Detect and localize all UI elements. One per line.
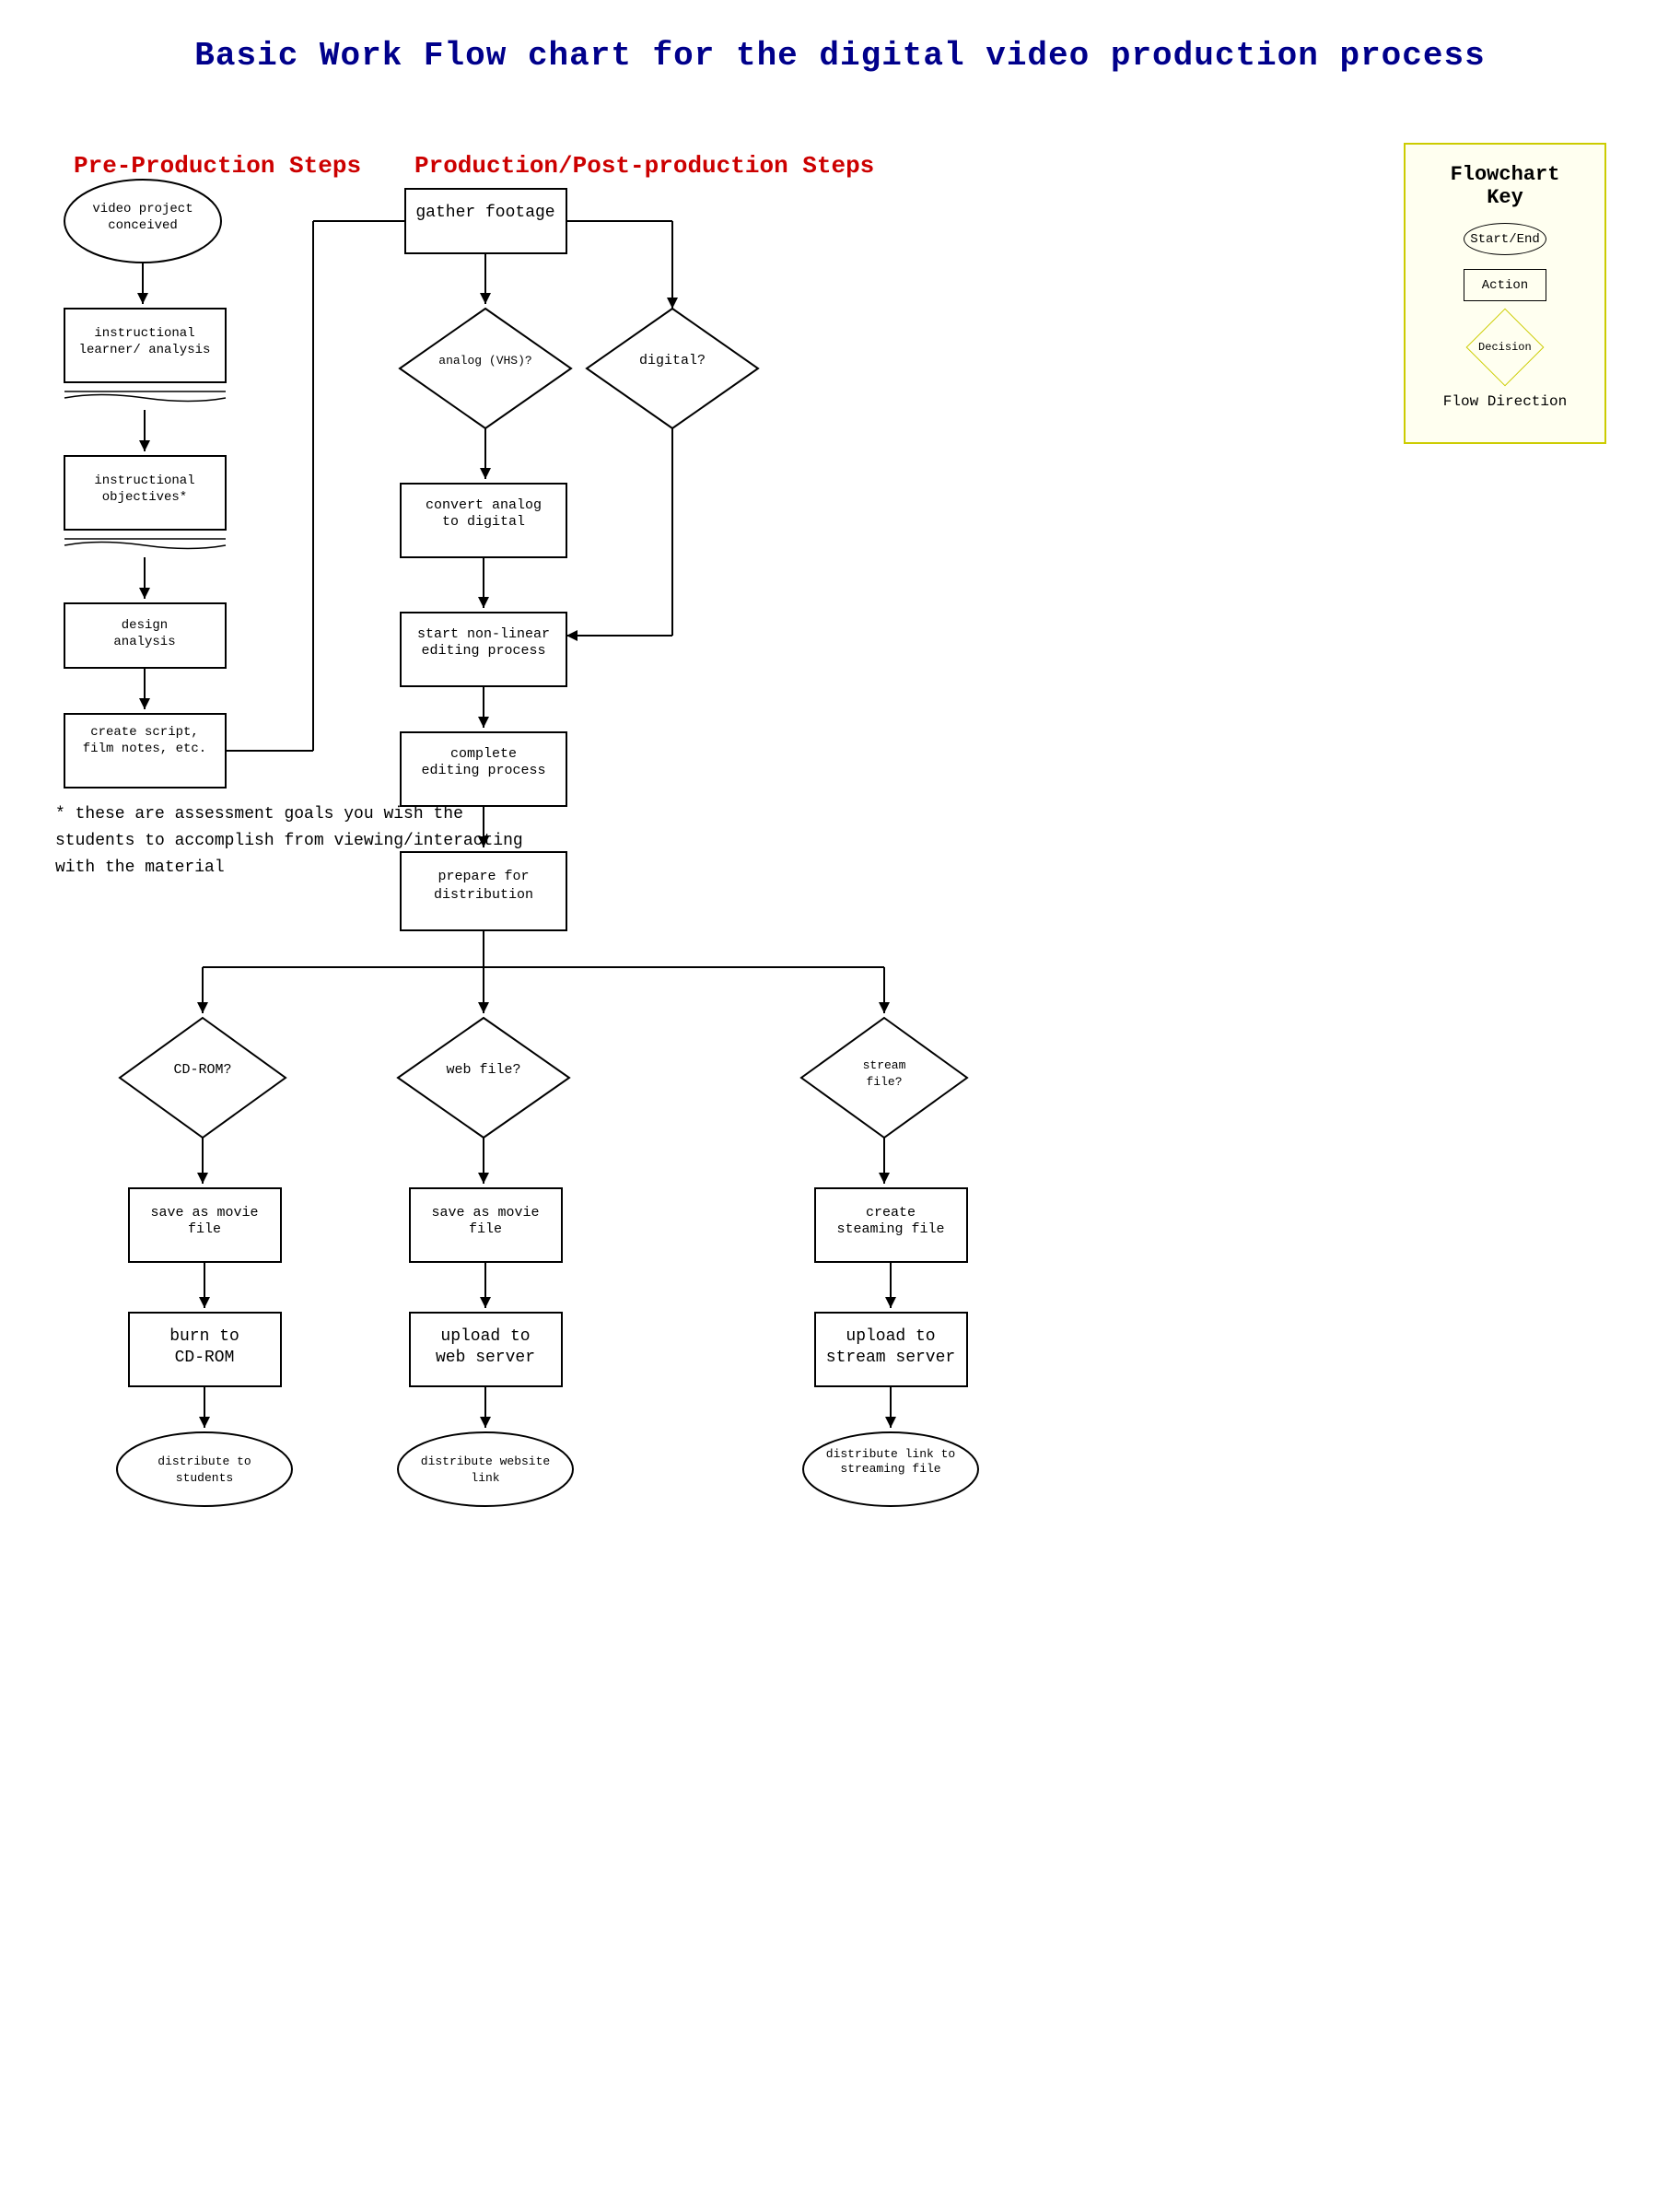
svg-text:CD-ROM?: CD-ROM? [173,1062,231,1078]
svg-text:streaming file: streaming file [840,1462,940,1476]
svg-text:save as movie: save as movie [150,1205,258,1221]
svg-text:convert analog: convert analog [426,497,542,513]
svg-text:distribute website: distribute website [421,1454,550,1468]
flowchart-svg: video project conceived instructional le… [0,120,1680,2192]
svg-text:web server: web server [436,1349,535,1367]
svg-text:gather footage: gather footage [415,204,554,222]
svg-text:to digital: to digital [442,514,525,530]
svg-text:digital?: digital? [639,353,706,368]
svg-text:file: file [188,1221,221,1237]
svg-text:prepare for: prepare for [438,869,529,884]
svg-text:distribution: distribution [434,887,533,903]
page: Basic Work Flow chart for the digital vi… [0,0,1680,2196]
svg-text:video project: video project [92,202,192,216]
svg-text:file: file [469,1221,502,1237]
svg-text:steaming file: steaming file [836,1221,944,1237]
svg-text:students: students [176,1471,233,1485]
svg-text:upload to: upload to [440,1327,530,1346]
svg-text:instructional: instructional [94,473,194,488]
svg-text:editing process: editing process [421,643,545,659]
svg-text:create: create [866,1205,916,1221]
svg-text:distribute to: distribute to [158,1454,251,1468]
svg-text:upload to: upload to [846,1327,935,1346]
svg-text:save as movie: save as movie [431,1205,539,1221]
svg-text:link: link [471,1471,499,1485]
svg-text:stream server: stream server [826,1349,955,1367]
svg-text:learner/ analysis: learner/ analysis [79,343,211,357]
main-title: Basic Work Flow chart for the digital vi… [55,37,1625,75]
svg-text:web file?: web file? [446,1062,520,1078]
svg-text:objectives*: objectives* [102,490,187,505]
svg-text:analysis: analysis [113,635,175,649]
svg-text:file?: file? [866,1075,902,1089]
svg-text:design: design [122,618,168,633]
svg-text:instructional: instructional [94,326,194,341]
svg-text:analog (VHS)?: analog (VHS)? [438,354,531,368]
svg-text:stream: stream [863,1058,906,1072]
svg-text:burn to: burn to [169,1327,239,1346]
svg-text:film notes, etc.: film notes, etc. [83,742,206,756]
svg-text:distribute link to: distribute link to [826,1447,955,1461]
svg-text:complete: complete [450,746,517,762]
svg-text:conceived: conceived [108,218,178,233]
svg-text:create script,: create script, [90,725,199,740]
svg-text:CD-ROM: CD-ROM [175,1349,235,1367]
svg-text:editing process: editing process [421,763,545,778]
svg-text:start non-linear: start non-linear [417,626,550,642]
